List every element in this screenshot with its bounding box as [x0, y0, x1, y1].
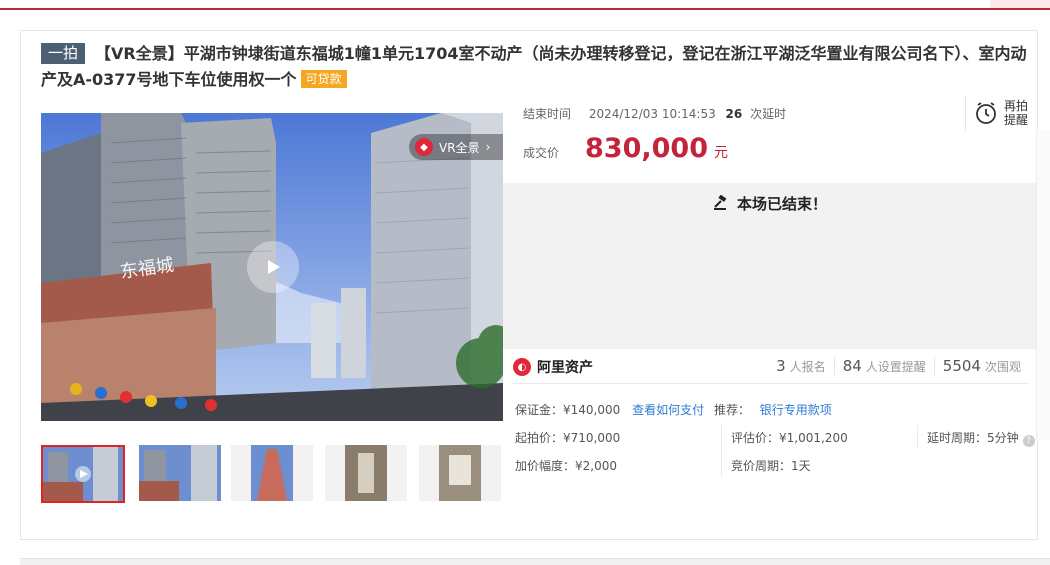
bid-period: 竞价周期：1天	[731, 459, 811, 473]
auction-card: 一拍 【VR全景】平湖市钟埭街道东福城1幢1单元1704室不动产（尚未办理转移登记…	[20, 30, 1038, 540]
delay-period: 延时周期：5分钟	[927, 431, 1019, 445]
recommend-label: 推荐：	[713, 403, 750, 417]
bid-increment: 加价幅度：¥2,000	[515, 459, 617, 473]
top-nav-corner	[990, 0, 1050, 8]
signup-count: 3	[776, 357, 786, 375]
view-stat: 5504 次围观	[933, 357, 1029, 375]
deposit-row: 保证金：¥140,000 查看如何支付 推荐： 银行专用款项	[515, 401, 832, 418]
play-button[interactable]	[247, 241, 299, 293]
ali-assets-logo-icon: ◐	[513, 358, 531, 376]
chevron-right-icon: ›	[485, 140, 491, 154]
reminder-label: 人设置提醒	[865, 360, 926, 374]
vr-label: VR全景	[439, 140, 480, 155]
auction-ended-panel: 本场已结束！	[503, 183, 1037, 349]
thumbnail-exterior-1[interactable]	[139, 445, 221, 501]
vr-logo-icon: ◆	[415, 138, 433, 156]
help-icon[interactable]: ?	[1022, 435, 1035, 447]
end-time-value: 2024/12/03 10:14:53	[588, 107, 716, 121]
reauction-reminder-button[interactable]: 再拍 提醒	[965, 95, 1035, 131]
play-icon	[268, 260, 280, 274]
remind-label-1: 再拍	[1004, 99, 1029, 113]
thumbnail-hallway[interactable]	[325, 445, 407, 501]
deal-price-label: 成交价	[523, 146, 560, 160]
divider	[917, 425, 918, 449]
thumbnail-image	[139, 445, 221, 501]
thumbnail-video[interactable]	[41, 445, 125, 503]
thumbnail-exterior-2[interactable]	[231, 445, 313, 501]
thumbnail-image	[345, 445, 387, 501]
view-label: 次围观	[984, 360, 1021, 374]
delay-period-row: 延时周期：5分钟?	[927, 429, 1035, 447]
thumbnail-image	[43, 447, 123, 501]
stat-group: 3 人报名 84 人设置提醒 5504 次围观	[768, 357, 1029, 375]
end-time-label: 结束时间	[523, 107, 572, 121]
ended-message: 本场已结束！	[503, 193, 1037, 214]
start-price: 起拍价：¥710,000	[515, 431, 621, 445]
thumbnail-image	[439, 445, 481, 501]
gavel-icon	[713, 194, 727, 210]
how-to-pay-link[interactable]: 查看如何支付	[632, 403, 704, 417]
thumbnail-image	[251, 445, 293, 501]
platform-brand: ◐ 阿里资产	[513, 357, 593, 377]
alarm-clock-icon	[976, 102, 996, 124]
divider	[721, 425, 722, 477]
main-photo[interactable]: 东福城 ◆ VR全景 ›	[41, 113, 503, 421]
deposit-value: 保证金：¥140,000	[515, 403, 621, 417]
thumbnail-room[interactable]	[419, 445, 501, 501]
reminder-stat: 84 人设置提醒	[833, 357, 934, 375]
deal-price-value: 830,000	[585, 133, 708, 164]
platform-name: 阿里资产	[537, 360, 593, 376]
vr-panorama-button[interactable]: ◆ VR全景 ›	[409, 134, 503, 160]
remind-label-2: 提醒	[1004, 113, 1029, 127]
top-nav-bar	[0, 0, 1050, 10]
right-sidebar-edge	[1036, 130, 1050, 440]
end-time-row: 结束时间 2024/12/03 10:14:53 26 次延时	[523, 105, 800, 122]
appraisal-price: 评估价：¥1,001,200	[731, 431, 848, 445]
ended-text: 本场已结束！	[736, 195, 827, 213]
signup-stat: 3 人报名	[768, 357, 834, 375]
deal-price-unit: 元	[714, 145, 728, 161]
signup-label: 人报名	[789, 360, 826, 374]
loan-tag: 可贷款	[300, 70, 347, 88]
bank-fund-link[interactable]: 银行专用款项	[760, 403, 832, 417]
stats-bar: ◐ 阿里资产 3 人报名 84 人设置提醒 5504 次围观	[513, 355, 1029, 384]
title-text: 【VR全景】平湖市钟埭街道东福城1幢1单元1704室不动产（尚未办理转移登记，登…	[41, 44, 1027, 89]
reminder-count: 84	[842, 357, 862, 375]
delay-count: 26	[725, 107, 743, 121]
view-count: 5504	[942, 357, 981, 375]
item-title: 一拍 【VR全景】平湖市钟埭街道东福城1幢1单元1704室不动产（尚未办理转移登记…	[41, 41, 1031, 93]
delay-label: 次延时	[750, 107, 787, 121]
round-badge: 一拍	[41, 43, 86, 64]
deal-price-row: 成交价 830,000 元	[523, 133, 728, 164]
